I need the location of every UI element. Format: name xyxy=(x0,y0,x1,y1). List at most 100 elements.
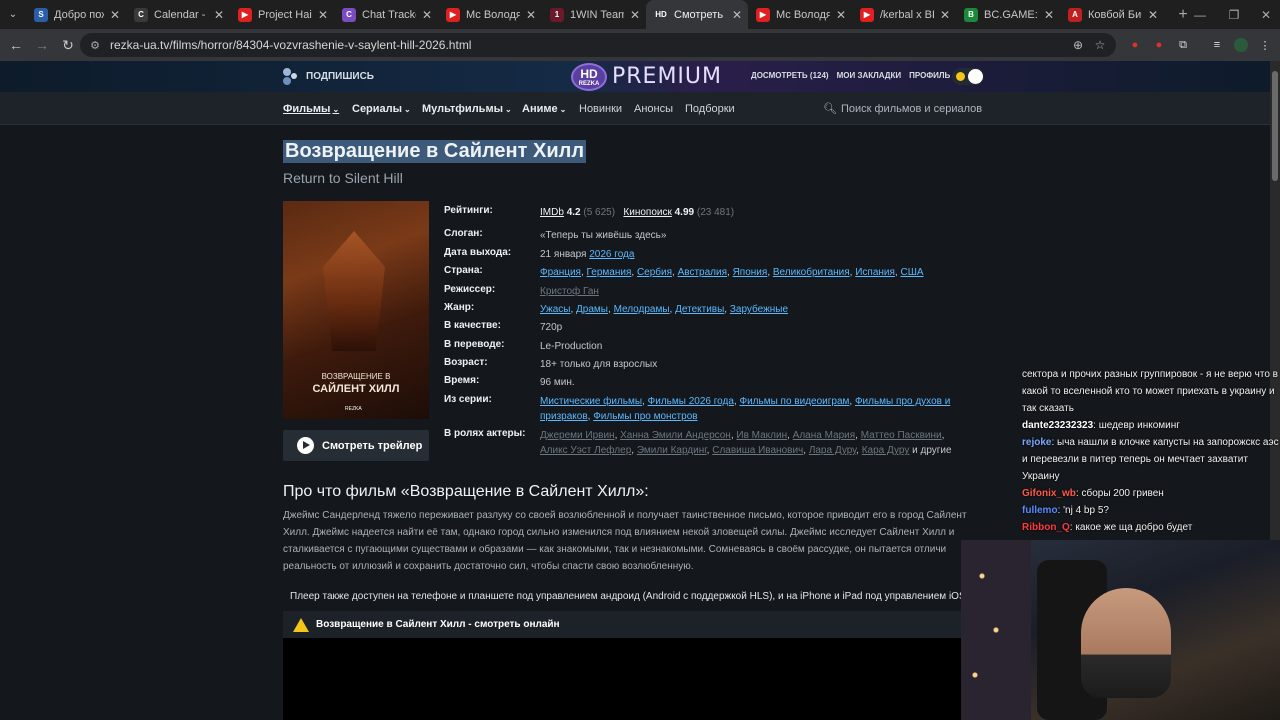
actor-link[interactable]: Маттео Пасквини xyxy=(861,430,942,441)
series-link[interactable]: Мистические фильмы xyxy=(540,396,642,407)
country-link[interactable]: США xyxy=(900,267,923,278)
chat-message: Ribbon_Q: какое же ща добро будет xyxy=(1022,519,1280,536)
reading-list-icon[interactable]: ≡ xyxy=(1208,36,1226,54)
actor-link[interactable]: Эмили Кардинг xyxy=(637,445,707,456)
watch-trailer-button[interactable]: Смотреть трейлер xyxy=(283,430,429,461)
genre-link[interactable]: Зарубежные xyxy=(730,304,788,315)
genre-link[interactable]: Мелодрамы xyxy=(614,304,670,315)
translation-value: Le-Production xyxy=(540,341,603,352)
extensions-puzzle-icon[interactable]: ⧉ xyxy=(1174,36,1192,54)
chat-message: fullemo: 'nj 4 bp 5? xyxy=(1022,502,1280,519)
nav-series[interactable]: Сериалы ⌄ xyxy=(352,103,411,115)
browser-tab[interactable]: B BC.GAME: Cryp ✕ xyxy=(956,0,1060,29)
kinopoisk-link[interactable]: Кинопоиск xyxy=(623,207,671,218)
movie-poster[interactable]: ВОЗВРАЩЕНИЕ В САЙЛЕНТ ХИЛЛ REZKA xyxy=(283,201,429,419)
genre-label: Жанр: xyxy=(444,302,475,313)
tab-search-icon[interactable]: ⌄ xyxy=(0,0,26,29)
kinopoisk-rating: 4.99 xyxy=(674,207,695,218)
browser-tab[interactable]: C Calendar - Dec ✕ xyxy=(126,0,230,29)
tab-close-icon[interactable]: ✕ xyxy=(836,8,846,22)
continue-watching-link[interactable]: ДОСМОТРЕТЬ (124) xyxy=(751,71,829,80)
country-link[interactable]: Сербия xyxy=(637,267,672,278)
browser-tab[interactable]: C Chat Tracker ✕ xyxy=(334,0,438,29)
nav-new[interactable]: Новинки xyxy=(579,103,622,115)
actor-link[interactable]: Аликс Уэст Лефлер xyxy=(540,445,631,456)
country-link[interactable]: Франция xyxy=(540,267,581,278)
release-year-link[interactable]: 2026 года xyxy=(589,249,634,260)
country-link[interactable]: Великобритания xyxy=(773,267,850,278)
tab-close-icon[interactable]: ✕ xyxy=(422,8,432,22)
browser-tab[interactable]: ▶ Project Hail M ✕ xyxy=(230,0,334,29)
slogan-value: «Теперь ты живёшь здесь» xyxy=(540,230,667,241)
site-search[interactable]: 🔍︎ Поиск фильмов и сериалов xyxy=(823,102,982,116)
actor-link[interactable]: Кара Дуру xyxy=(862,445,910,456)
tab-favicon-icon: S xyxy=(34,7,48,22)
extension-icon-1[interactable]: ● xyxy=(1126,36,1144,54)
zoom-icon[interactable]: ⊕ xyxy=(1070,37,1086,53)
browser-tab-strip: ⌄ S Добро пожало ✕ C Calendar - Dec ✕ ▶ Project… xyxy=(0,0,1280,29)
browser-tab[interactable]: HD Смотреть филь ✕ xyxy=(646,0,748,29)
theme-toggle[interactable] xyxy=(952,68,984,85)
country-link[interactable]: Австралия xyxy=(678,267,727,278)
tab-close-icon[interactable]: ✕ xyxy=(940,8,950,22)
browser-tab[interactable]: A Ковбой Бибоп ✕ xyxy=(1060,0,1164,29)
chat-username: Ribbon_Q xyxy=(1022,522,1070,533)
tab-close-icon[interactable]: ✕ xyxy=(630,8,640,22)
browser-tab[interactable]: ▶ Мс Володя fea ✕ xyxy=(438,0,542,29)
reload-icon[interactable]: ↻ xyxy=(56,33,80,57)
series-link[interactable]: Фильмы по видеоиграм xyxy=(739,396,849,407)
site-logo[interactable]: HD REZKA xyxy=(571,63,607,91)
browser-menu-icon[interactable]: ⋮ xyxy=(1256,36,1274,54)
nav-cartoons[interactable]: Мультфильмы ⌄ xyxy=(422,103,512,115)
profile-avatar-icon[interactable] xyxy=(1232,36,1250,54)
tab-close-icon[interactable]: ✕ xyxy=(214,8,224,22)
tab-close-icon[interactable]: ✕ xyxy=(1044,8,1054,22)
time-label: Время: xyxy=(444,375,480,386)
browser-tab[interactable]: 1 1WIN Team vs ✕ xyxy=(542,0,646,29)
nav-films[interactable]: Фильмы ⌄ xyxy=(283,103,339,115)
chat-message: dante23232323: шедевр инкоминг xyxy=(1022,417,1280,434)
tab-close-icon[interactable]: ✕ xyxy=(1148,8,1158,22)
tab-close-icon[interactable]: ✕ xyxy=(110,8,120,22)
browser-tab[interactable]: S Добро пожало ✕ xyxy=(26,0,126,29)
country-link[interactable]: Германия xyxy=(587,267,632,278)
video-player[interactable] xyxy=(283,638,973,720)
actor-link[interactable]: Славиша Иванович xyxy=(712,445,803,456)
profile-link[interactable]: ПРОФИЛЬ xyxy=(909,71,950,80)
genre-link[interactable]: Драмы xyxy=(576,304,608,315)
tab-close-icon[interactable]: ✕ xyxy=(732,8,742,22)
browser-tab[interactable]: ▶ Мс Володя Sh ✕ xyxy=(748,0,852,29)
back-icon[interactable]: ← xyxy=(4,33,28,57)
browser-tab[interactable]: ▶ /kerbal x BLAN ✕ xyxy=(852,0,956,29)
premium-logo[interactable]: PREMIUM xyxy=(612,64,722,89)
subscribe-link[interactable]: ПОДПИШИСЬ xyxy=(283,68,374,85)
actor-link[interactable]: Алана Мария xyxy=(793,430,856,441)
tab-close-icon[interactable]: ✕ xyxy=(526,8,536,22)
series-link[interactable]: Фильмы про монстров xyxy=(593,411,697,422)
site-info-icon[interactable]: ⚙ xyxy=(88,38,102,52)
nav-collections[interactable]: Подборки xyxy=(685,103,735,115)
tab-favicon-icon: ▶ xyxy=(860,7,874,22)
extension-icon-2[interactable]: ● xyxy=(1150,36,1168,54)
bookmarks-link[interactable]: МОИ ЗАКЛАДКИ xyxy=(837,71,902,80)
nav-anime[interactable]: Аниме ⌄ xyxy=(522,103,566,115)
actor-link[interactable]: Джереми Ирвин xyxy=(540,430,615,441)
nav-announces[interactable]: Анонсы xyxy=(634,103,673,115)
genre-link[interactable]: Ужасы xyxy=(540,304,570,315)
forward-icon[interactable]: → xyxy=(30,33,54,57)
actor-link[interactable]: Лара Дуру xyxy=(809,445,856,456)
country-link[interactable]: Япония xyxy=(733,267,768,278)
country-link[interactable]: Испания xyxy=(855,267,895,278)
series-link[interactable]: Фильмы 2026 года xyxy=(648,396,734,407)
tab-close-icon[interactable]: ✕ xyxy=(318,8,328,22)
genre-link[interactable]: Детективы xyxy=(675,304,724,315)
actor-link[interactable]: Ив Маклин xyxy=(736,430,787,441)
url-field[interactable]: ⚙ rezka-ua.tv/films/horror/84304-vozvras… xyxy=(80,33,1116,57)
imdb-link[interactable]: IMDb xyxy=(540,207,564,218)
actor-link[interactable]: Ханна Эмили Андерсон xyxy=(620,430,731,441)
scrollbar-thumb[interactable] xyxy=(1272,71,1278,181)
director-link[interactable]: Кристоф Ган xyxy=(540,286,599,297)
chat-message: Gifonix_wb: сборы 200 гривен xyxy=(1022,485,1280,502)
bookmark-star-icon[interactable]: ☆ xyxy=(1092,37,1108,53)
close-window-icon[interactable]: ✕ xyxy=(1246,0,1280,29)
